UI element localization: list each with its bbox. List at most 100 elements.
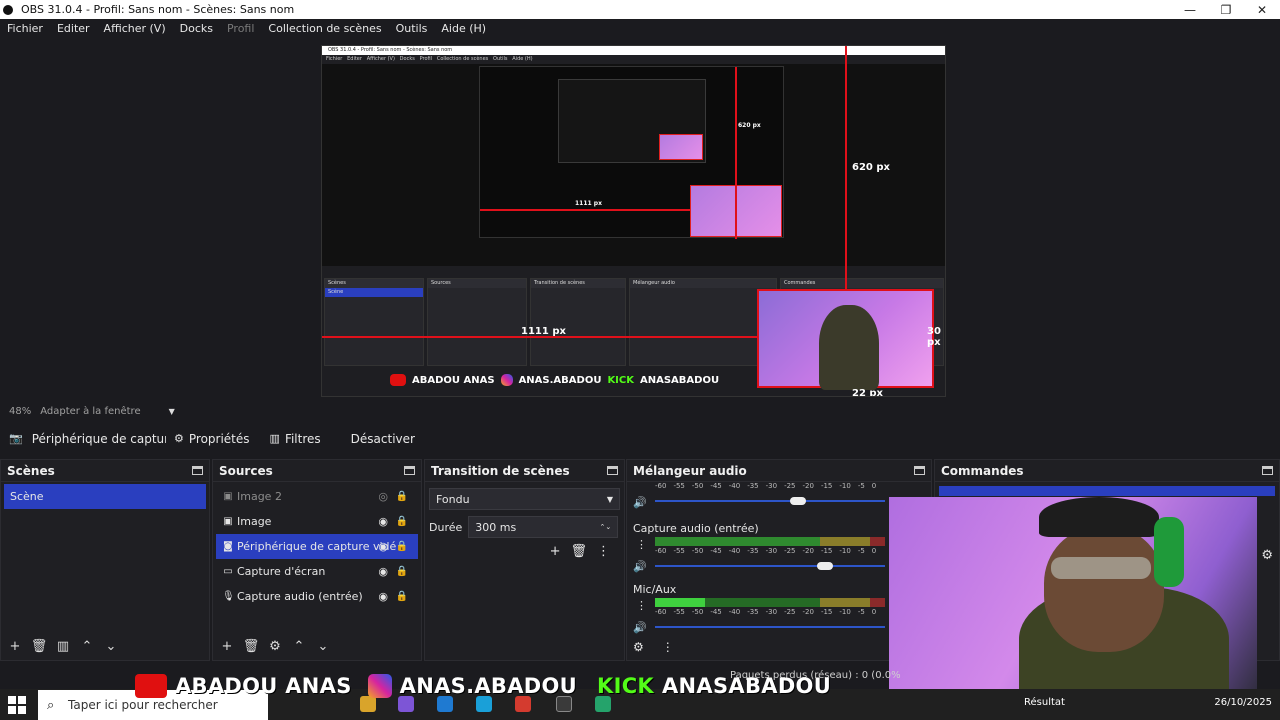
trash-icon[interactable]: 🗑: [29, 636, 49, 656]
trash-icon[interactable]: 🗑: [241, 636, 261, 656]
nested-measure-label: 620 px: [738, 122, 761, 129]
source-item[interactable]: ◙ Périphérique de capture vidé ◉ 🔒: [216, 534, 418, 559]
filter-icon[interactable]: ▥: [53, 636, 73, 656]
speaker-icon[interactable]: 🔊: [633, 560, 647, 573]
undock-icon[interactable]: [607, 466, 618, 475]
spin-arrows-icon[interactable]: ⌃⌄: [600, 523, 612, 531]
db-tick: -60: [655, 547, 667, 555]
source-label: Capture audio (entrée): [237, 590, 363, 603]
zoom-mode[interactable]: Adapter à la fenêtre: [40, 406, 140, 417]
menu-outils[interactable]: Outils: [389, 22, 435, 35]
more-icon[interactable]: ⋮: [597, 544, 610, 559]
nested-obs-menubar: Fichier Editer Afficher (V) Docks Profil…: [322, 55, 945, 64]
menu-fichier[interactable]: Fichier: [0, 22, 50, 35]
level-meter: [655, 598, 885, 607]
move-down-icon[interactable]: ⌄: [101, 636, 121, 656]
volume-slider[interactable]: [655, 562, 885, 570]
db-tick: 0: [871, 547, 877, 555]
scene-item[interactable]: Scène: [4, 484, 206, 509]
volume-slider[interactable]: [655, 626, 885, 628]
deactivate-button[interactable]: Désactiver: [343, 427, 423, 451]
lock-icon[interactable]: 🔒: [396, 541, 408, 552]
eye-icon[interactable]: ◉: [378, 565, 388, 578]
source-item[interactable]: ▣ Image ◉ 🔒: [216, 509, 418, 534]
source-item[interactable]: ▣ Image 2 ◎ 🔒: [216, 484, 418, 509]
scenes-footer: + 🗑 ▥ ⌃ ⌄: [1, 632, 209, 660]
source-item[interactable]: ▭ Capture d'écran ◉ 🔒: [216, 559, 418, 584]
zoom-dropdown-icon[interactable]: ▼: [169, 407, 175, 416]
duration-spinbox[interactable]: 300 ms ⌃⌄: [468, 516, 619, 538]
gear-icon[interactable]: ⚙: [1261, 548, 1273, 563]
lock-icon[interactable]: 🔒: [396, 566, 408, 577]
menu-afficher[interactable]: Afficher (V): [97, 22, 173, 35]
eye-hidden-icon[interactable]: ◎: [378, 490, 388, 503]
filters-button[interactable]: ▥ Filtres: [262, 427, 329, 451]
measure-label-right: 30 px: [927, 326, 941, 348]
measure-label-top: 620 px: [852, 162, 890, 173]
sources-footer: + 🗑 ⚙ ⌃ ⌄: [213, 632, 421, 660]
db-tick: -20: [802, 482, 814, 490]
title-bar: OBS 31.0.4 - Profil: Sans nom - Scènes: …: [0, 0, 1280, 19]
taskbar-date[interactable]: 26/10/2025: [1214, 697, 1272, 708]
undock-icon[interactable]: [914, 466, 925, 475]
trash-icon[interactable]: 🗑: [570, 544, 587, 559]
minimize-button[interactable]: —: [1172, 0, 1208, 19]
db-tick: -50: [691, 547, 704, 555]
db-tick: -30: [765, 547, 778, 555]
speaker-icon[interactable]: 🔊: [633, 496, 647, 509]
lock-icon[interactable]: 🔒: [396, 516, 408, 527]
menu-profil[interactable]: Profil: [220, 22, 261, 35]
program-canvas[interactable]: OBS 31.0.4 - Profil: Sans nom - Scènes: …: [321, 45, 946, 397]
add-icon[interactable]: +: [5, 636, 25, 656]
db-tick: 0: [871, 608, 877, 616]
eye-icon[interactable]: ◉: [378, 515, 388, 528]
speaker-icon[interactable]: 🔊: [633, 621, 647, 634]
preview-area[interactable]: OBS 31.0.4 - Profil: Sans nom - Scènes: …: [0, 37, 1280, 403]
menu-editer[interactable]: Editer: [50, 22, 97, 35]
source-label: Capture d'écran: [237, 565, 326, 578]
menu-aide[interactable]: Aide (H): [434, 22, 493, 35]
kick-logo: KICK: [607, 374, 634, 386]
properties-button[interactable]: ⚙ Propriétés: [166, 427, 258, 451]
menu-collection-scenes[interactable]: Collection de scènes: [261, 22, 388, 35]
lock-icon[interactable]: 🔒: [396, 591, 408, 602]
webcam-source-selected[interactable]: [757, 289, 934, 390]
volume-slider[interactable]: [655, 497, 885, 505]
volume-knob[interactable]: [790, 497, 806, 505]
social-banner: ABADOU ANAS ANAS.ABADOU KICK ANASABADOU: [135, 669, 831, 703]
windows-start-icon[interactable]: [8, 696, 26, 714]
move-up-icon[interactable]: ⌃: [77, 636, 97, 656]
volume-knob[interactable]: [817, 562, 833, 570]
taskbar-result-text: Résultat: [1024, 697, 1065, 708]
menu-docks[interactable]: Docks: [173, 22, 220, 35]
undock-icon[interactable]: [404, 466, 415, 475]
monitor-icon: ▭: [223, 566, 233, 577]
add-icon[interactable]: +: [550, 544, 561, 559]
more-icon[interactable]: ⋮: [636, 538, 647, 551]
gear-icon[interactable]: ⚙: [265, 636, 285, 656]
source-label: Périphérique de capture vidé: [237, 540, 397, 553]
close-button[interactable]: ✕: [1244, 0, 1280, 19]
nested-obs-titlebar: OBS 31.0.4 - Profil: Sans nom - Scènes: …: [322, 46, 945, 55]
eye-icon[interactable]: ◉: [378, 590, 388, 603]
undock-icon[interactable]: [192, 466, 203, 475]
start-streaming-button[interactable]: [939, 486, 1275, 496]
maximize-button[interactable]: ❐: [1208, 0, 1244, 19]
mixer-footer: ⚙ ⋮: [633, 640, 674, 654]
youtube-icon: [390, 374, 406, 386]
lock-icon[interactable]: 🔒: [396, 491, 408, 502]
gear-icon[interactable]: ⚙: [633, 640, 644, 654]
move-up-icon[interactable]: ⌃: [289, 636, 309, 656]
db-tick: -45: [710, 608, 722, 616]
nested-mixer-title: Mélangeur audio: [630, 279, 776, 288]
more-icon[interactable]: ⋮: [636, 599, 647, 612]
undock-icon[interactable]: [1262, 466, 1273, 475]
webcam-person: [819, 305, 879, 390]
move-down-icon[interactable]: ⌄: [313, 636, 333, 656]
eye-icon[interactable]: ◉: [378, 540, 388, 553]
mixer-channel: Mic/Aux ⋮ -60 -55 -50 -45 -40 -35 -30 -25 -20 -15…: [627, 581, 931, 642]
add-icon[interactable]: +: [217, 636, 237, 656]
more-icon[interactable]: ⋮: [662, 640, 674, 654]
transition-select[interactable]: Fondu ▼: [429, 488, 620, 510]
source-item[interactable]: 🎙 Capture audio (entrée) ◉ 🔒: [216, 584, 418, 609]
